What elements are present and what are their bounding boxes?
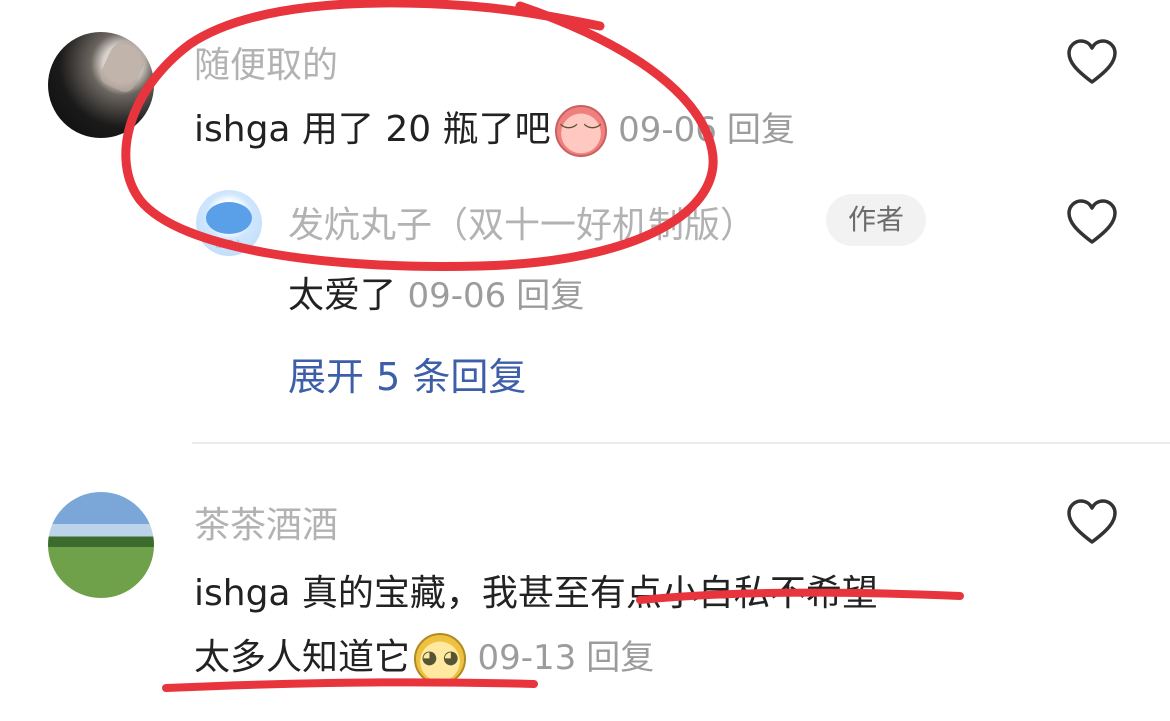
comment-meta: 09-06 回复 bbox=[618, 110, 795, 150]
reply-avatar[interactable]: 版开心 bbox=[196, 190, 262, 256]
avatar-character bbox=[206, 202, 252, 234]
heart-icon[interactable] bbox=[1066, 38, 1118, 86]
smiling-fruit-sticker-icon: ◕ ◕ bbox=[414, 633, 467, 685]
comment-text-line2: 太多人知道它 bbox=[194, 637, 411, 678]
reply-meta: 09-06 回复 bbox=[407, 276, 584, 316]
avatar[interactable] bbox=[48, 32, 154, 138]
reply-body: 太爱了 09-06 回复 bbox=[288, 266, 584, 318]
avatar[interactable] bbox=[48, 492, 154, 598]
reply-text: 太爱了 bbox=[288, 275, 397, 316]
reply-button[interactable]: 回复 bbox=[586, 638, 654, 678]
heart-icon[interactable] bbox=[1066, 198, 1118, 246]
reply-button[interactable]: 回复 bbox=[516, 276, 584, 316]
comment-username[interactable]: 茶茶酒酒 bbox=[194, 496, 338, 548]
comment-text: ishga 用了 20 瓶了吧 bbox=[194, 109, 551, 150]
avatar-caption: 版开心 bbox=[215, 240, 243, 250]
comment-text-line1: ishga 真的宝藏，我甚至有点小自私不希望 bbox=[194, 573, 878, 614]
expand-replies-link[interactable]: 展开 5 条回复 bbox=[288, 346, 526, 401]
comment-meta: 09-13 回复 bbox=[477, 638, 654, 678]
reply-button[interactable]: 回复 bbox=[727, 110, 795, 150]
divider bbox=[192, 442, 1170, 444]
blush-peach-sticker-icon: ︶ ︶ bbox=[554, 105, 607, 157]
comment-date: 09-06 bbox=[618, 110, 717, 150]
reply-date: 09-06 bbox=[407, 276, 507, 316]
heart-icon[interactable] bbox=[1066, 498, 1118, 546]
comment-date: 09-13 bbox=[477, 638, 577, 678]
comment-body-line2: 太多人知道它 ◕ ◕ 09-13 回复 bbox=[194, 628, 654, 685]
author-badge: 作者 bbox=[826, 194, 926, 246]
avatar-photo-detail bbox=[97, 34, 151, 96]
comment-username[interactable]: 随便取的 bbox=[194, 36, 338, 88]
reply-username[interactable]: 发炕丸子（双十一好机制版） bbox=[288, 196, 756, 248]
comment-body: ishga 用了 20 瓶了吧 ︶ ︶ 09-06 回复 bbox=[194, 100, 795, 157]
